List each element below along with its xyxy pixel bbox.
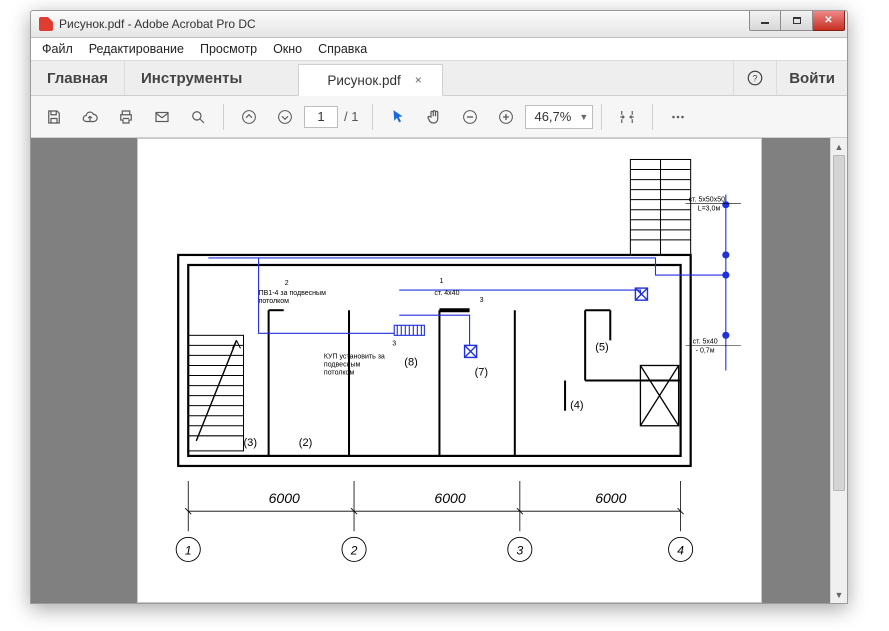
document-viewport: ▶ ◀ bbox=[31, 138, 847, 603]
close-button[interactable] bbox=[813, 11, 845, 31]
separator bbox=[372, 104, 373, 130]
help-icon: ? bbox=[746, 69, 764, 87]
menubar: Файл Редактирование Просмотр Окно Справк… bbox=[31, 38, 847, 60]
grid-2: 2 bbox=[350, 543, 358, 557]
page-margin-right bbox=[762, 138, 830, 603]
scroll-thumb[interactable] bbox=[833, 155, 845, 491]
mail-button[interactable] bbox=[145, 100, 179, 134]
separator bbox=[601, 104, 602, 130]
menu-edit[interactable]: Редактирование bbox=[81, 40, 192, 58]
more-tools-button[interactable] bbox=[661, 100, 695, 134]
zoom-in-icon bbox=[497, 108, 515, 126]
tab-document-label: Рисунок.pdf bbox=[327, 73, 400, 88]
hand-tool-button[interactable] bbox=[417, 100, 451, 134]
tab-close-icon[interactable]: × bbox=[415, 73, 422, 87]
note2-l3: потолком bbox=[324, 370, 355, 377]
svg-text:?: ? bbox=[753, 73, 758, 83]
page-margin-left bbox=[31, 138, 137, 603]
selection-tool-button[interactable] bbox=[381, 100, 415, 134]
document-canvas[interactable]: 6000 6000 6000 1 2 3 4 (2) (3) (4) (5) (… bbox=[31, 138, 830, 603]
cursor-icon bbox=[389, 108, 407, 126]
grid-4: 4 bbox=[677, 543, 684, 557]
prev-page-button[interactable] bbox=[232, 100, 266, 134]
print-button[interactable] bbox=[109, 100, 143, 134]
zoom-out-icon bbox=[461, 108, 479, 126]
page-number-input[interactable] bbox=[304, 106, 338, 128]
hand-icon bbox=[425, 108, 443, 126]
menu-window[interactable]: Окно bbox=[265, 40, 310, 58]
room-5: (5) bbox=[595, 341, 609, 353]
toolbar: / 1 46,7% ▼ bbox=[31, 96, 847, 138]
room-8: (8) bbox=[404, 356, 418, 368]
small2: 2 bbox=[285, 280, 289, 287]
chevron-down-icon: ▼ bbox=[579, 112, 588, 122]
print-icon bbox=[117, 108, 135, 126]
dim-1: 6000 bbox=[269, 490, 300, 506]
small1: 1 bbox=[439, 278, 443, 285]
dim-3: 6000 bbox=[595, 490, 626, 506]
save-button[interactable] bbox=[37, 100, 71, 134]
next-page-button[interactable] bbox=[268, 100, 302, 134]
cloud-upload-icon bbox=[81, 108, 99, 126]
search-icon bbox=[189, 108, 207, 126]
zoom-value: 46,7% bbox=[534, 109, 571, 124]
signin-button[interactable]: Войти bbox=[776, 61, 847, 95]
side-top-2: L=3,0м bbox=[698, 206, 721, 213]
search-button[interactable] bbox=[181, 100, 215, 134]
mail-icon bbox=[153, 108, 171, 126]
side-bot-1: ст. 5х40 bbox=[693, 338, 718, 345]
menu-help[interactable]: Справка bbox=[310, 40, 375, 58]
save-icon bbox=[45, 108, 63, 126]
arrow-up-icon bbox=[240, 108, 258, 126]
scroll-up-icon[interactable]: ▲ bbox=[831, 138, 847, 155]
scroll-track[interactable] bbox=[831, 155, 847, 586]
dim-2: 6000 bbox=[434, 490, 465, 506]
cloud-upload-button[interactable] bbox=[73, 100, 107, 134]
vertical-scrollbar[interactable]: ▲ ▼ bbox=[830, 138, 847, 603]
titlebar: Рисунок.pdf - Adobe Acrobat Pro DC bbox=[31, 11, 847, 38]
grid-3: 3 bbox=[516, 543, 523, 557]
drawing-content: 6000 6000 6000 1 2 3 4 (2) (3) (4) (5) (… bbox=[138, 139, 761, 602]
note1-l1: ПВ1-4 за подвесным bbox=[259, 290, 326, 297]
maximize-button[interactable] bbox=[781, 11, 813, 31]
pdf-app-icon bbox=[39, 17, 53, 31]
room-4: (4) bbox=[570, 400, 584, 412]
page-total: / 1 bbox=[340, 109, 364, 124]
side-top-1: ст. 5х50х50 bbox=[689, 197, 725, 204]
room-3: (3) bbox=[244, 437, 258, 449]
separator bbox=[652, 104, 653, 130]
window-title: Рисунок.pdf - Adobe Acrobat Pro DC bbox=[59, 17, 749, 31]
room-7: (7) bbox=[475, 367, 489, 379]
note1-l2: потолком bbox=[259, 298, 290, 305]
small3a: 3 bbox=[480, 297, 484, 304]
tab-home[interactable]: Главная bbox=[31, 61, 125, 95]
arrow-down-icon bbox=[276, 108, 294, 126]
help-button[interactable]: ? bbox=[733, 61, 776, 95]
room-2: (2) bbox=[299, 437, 313, 449]
pdf-page: 6000 6000 6000 1 2 3 4 (2) (3) (4) (5) (… bbox=[137, 138, 762, 603]
side-bot-2: - 0,7м bbox=[696, 347, 715, 354]
menu-view[interactable]: Просмотр bbox=[192, 40, 265, 58]
zoom-in-button[interactable] bbox=[489, 100, 523, 134]
scroll-down-icon[interactable]: ▼ bbox=[831, 586, 847, 603]
menu-file[interactable]: Файл bbox=[34, 40, 81, 58]
small3b: 3 bbox=[392, 340, 396, 347]
note2-l2: подвесным bbox=[324, 361, 361, 368]
callout-center: ст. 4х40 bbox=[434, 290, 459, 297]
tab-document[interactable]: Рисунок.pdf × bbox=[298, 64, 442, 96]
window-controls bbox=[749, 18, 845, 31]
fit-width-button[interactable] bbox=[610, 100, 644, 134]
fit-width-icon bbox=[618, 108, 636, 126]
app-window: Рисунок.pdf - Adobe Acrobat Pro DC Файл … bbox=[30, 10, 848, 604]
tabstrip: Главная Инструменты Рисунок.pdf × ? Войт… bbox=[31, 60, 847, 96]
tab-tools[interactable]: Инструменты bbox=[125, 61, 258, 95]
more-icon bbox=[669, 108, 687, 126]
zoom-out-button[interactable] bbox=[453, 100, 487, 134]
minimize-button[interactable] bbox=[749, 11, 781, 31]
zoom-select[interactable]: 46,7% ▼ bbox=[525, 105, 593, 129]
separator bbox=[223, 104, 224, 130]
note2-l1: КУП установить за bbox=[324, 353, 385, 360]
grid-1: 1 bbox=[185, 543, 192, 557]
